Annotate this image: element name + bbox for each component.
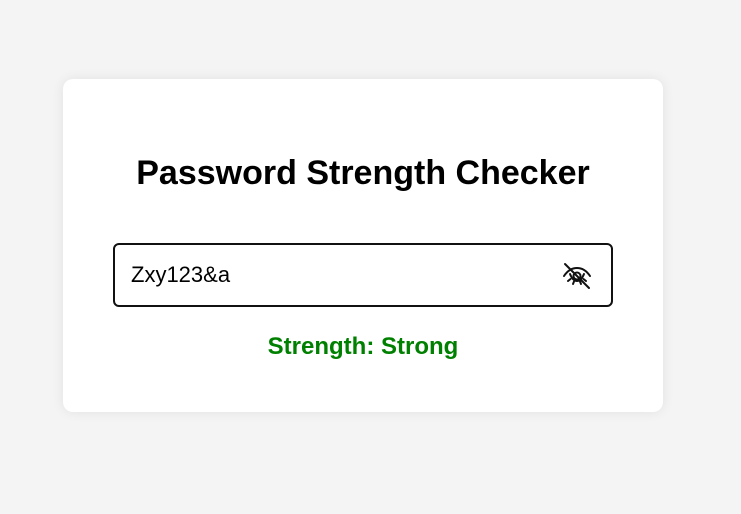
password-input[interactable] xyxy=(131,245,551,305)
eye-off-icon[interactable] xyxy=(561,260,593,292)
password-field-container xyxy=(113,243,613,307)
page-title: Password Strength Checker xyxy=(136,154,590,192)
password-checker-card: Password Strength Checker Strength: Stro… xyxy=(63,79,663,412)
strength-indicator: Strength: Strong xyxy=(267,333,459,360)
